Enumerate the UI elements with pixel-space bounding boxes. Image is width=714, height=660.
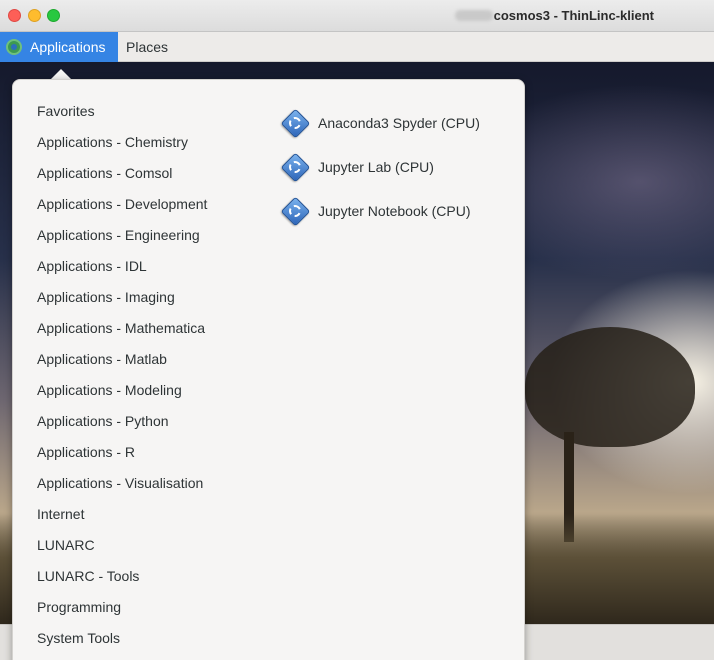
- menu-app-item[interactable]: Jupyter Lab (CPU): [280, 145, 480, 189]
- menu-app-label: Anaconda3 Spyder (CPU): [318, 115, 480, 131]
- menu-category-item[interactable]: System Tools: [37, 623, 207, 654]
- menu-category-item[interactable]: Applications - Matlab: [37, 344, 207, 375]
- menu-category-item[interactable]: Applications - R: [37, 437, 207, 468]
- menu-category-item[interactable]: Applications - Development: [37, 189, 207, 220]
- maximize-window-button[interactable]: [47, 9, 60, 22]
- window-title-text: cosmos3 - ThinLinc-klient: [493, 8, 654, 23]
- menu-category-item[interactable]: Applications - Visualisation: [37, 468, 207, 499]
- applications-menu-label: Applications: [30, 39, 106, 55]
- minimize-window-button[interactable]: [28, 9, 41, 22]
- jupyter-app-icon: [280, 196, 311, 227]
- applications-menu-button[interactable]: Applications: [0, 32, 118, 62]
- menu-category-item[interactable]: Applications - Imaging: [37, 282, 207, 313]
- menu-category-item[interactable]: Applications - Modeling: [37, 375, 207, 406]
- menu-category-item[interactable]: Applications - Chemistry: [37, 127, 207, 158]
- menu-category-item[interactable]: LUNARC - Tools: [37, 561, 207, 592]
- window-titlebar: cosmos3 - ThinLinc-klient: [0, 0, 714, 32]
- window-title: cosmos3 - ThinLinc-klient: [454, 8, 654, 23]
- menu-category-item[interactable]: Applications - Mathematica: [37, 313, 207, 344]
- menu-category-item[interactable]: Programming: [37, 592, 207, 623]
- menu-category-item[interactable]: Applications - Engineering: [37, 220, 207, 251]
- menu-category-item[interactable]: Applications - Comsol: [37, 158, 207, 189]
- menu-app-item[interactable]: Jupyter Notebook (CPU): [280, 189, 480, 233]
- spyder-app-icon: [280, 108, 311, 139]
- category-list: Favorites Applications - Chemistry Applica…: [37, 96, 207, 654]
- jupyter-app-icon: [280, 152, 311, 183]
- applications-menu: Favorites Applications - Chemistry Applica…: [12, 79, 525, 660]
- top-panel: Applications Places: [0, 32, 714, 62]
- menu-app-label: Jupyter Lab (CPU): [318, 159, 434, 175]
- close-window-button[interactable]: [8, 9, 21, 22]
- menu-category-item[interactable]: Favorites: [37, 96, 207, 127]
- places-menu-button[interactable]: Places: [126, 39, 168, 55]
- menu-category-item[interactable]: Applications - Python: [37, 406, 207, 437]
- gnome-foot-icon: [6, 39, 22, 55]
- menu-app-label: Jupyter Notebook (CPU): [318, 203, 471, 219]
- menu-app-item[interactable]: Anaconda3 Spyder (CPU): [280, 101, 480, 145]
- redacted-username: [454, 10, 493, 21]
- menu-category-item[interactable]: LUNARC: [37, 530, 207, 561]
- menu-category-item[interactable]: Applications - IDL: [37, 251, 207, 282]
- app-list: Anaconda3 Spyder (CPU) Jupyter Lab (CPU) J…: [280, 101, 480, 233]
- wallpaper-tree: [525, 327, 695, 447]
- menu-pointer: [51, 69, 71, 79]
- menu-category-item[interactable]: Internet: [37, 499, 207, 530]
